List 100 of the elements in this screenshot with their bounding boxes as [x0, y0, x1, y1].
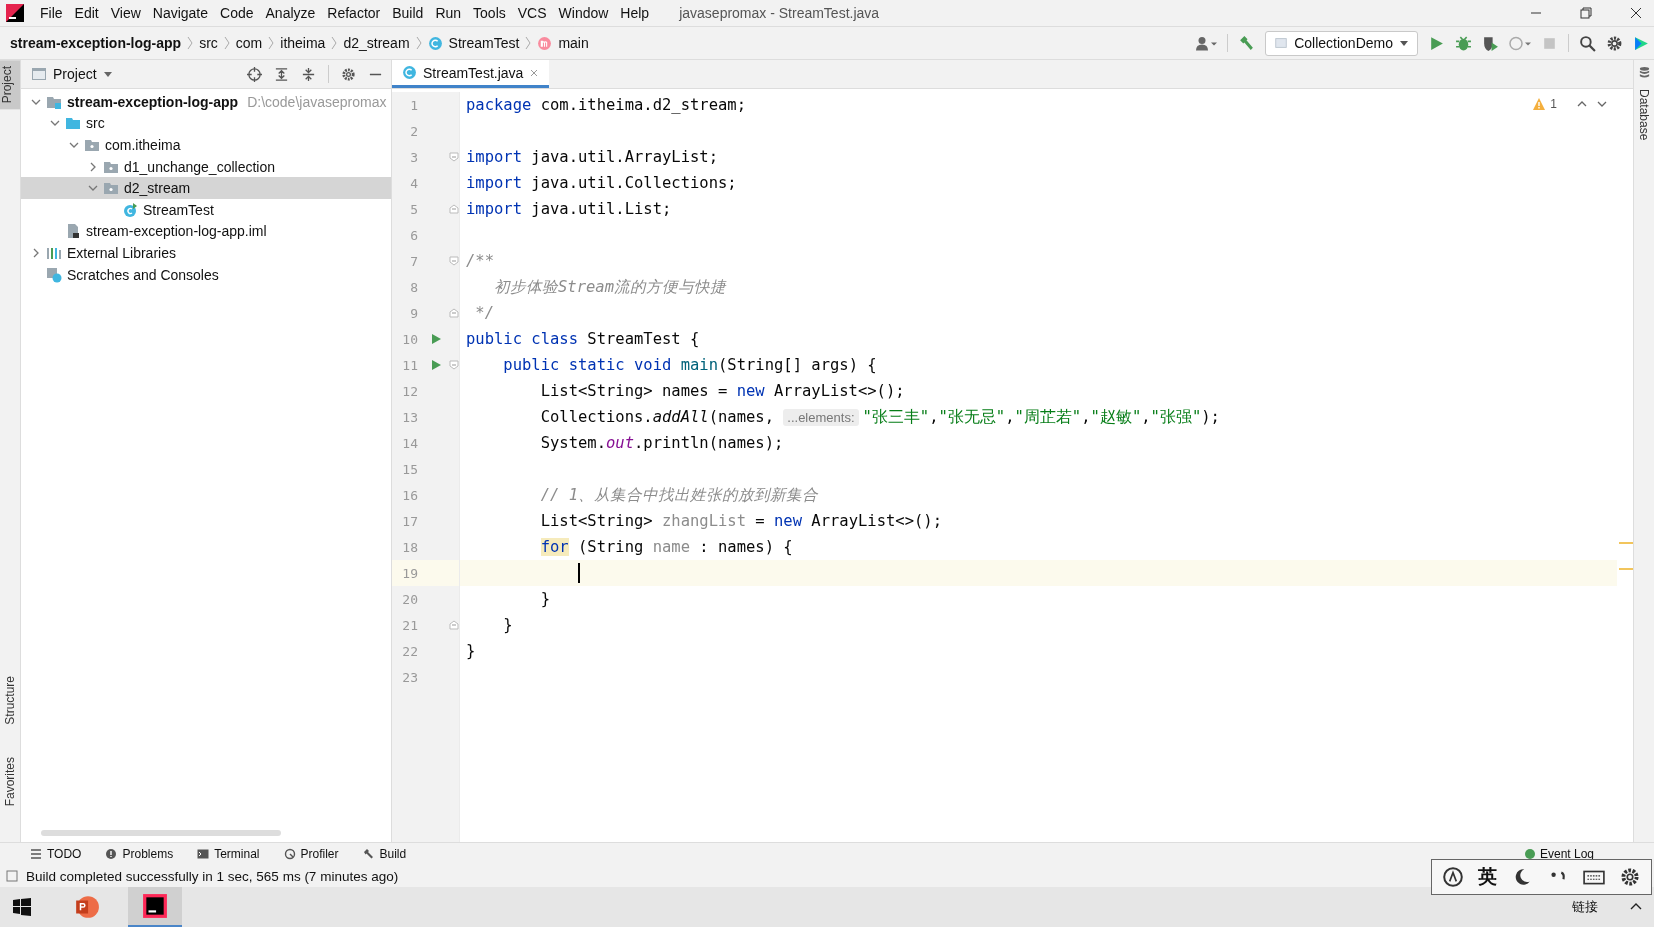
tree-item[interactable]: src	[21, 112, 391, 135]
fold-marker-icon[interactable]	[449, 256, 459, 266]
code-text: import java.util.Collections;	[466, 174, 737, 192]
status-icon[interactable]	[6, 870, 18, 882]
code-text: import java.util.ArrayList;	[466, 148, 718, 166]
tree-item[interactable]: stream-exception-log-app.iml	[21, 220, 391, 243]
input-method-logo-icon[interactable]	[1442, 866, 1464, 888]
breadcrumb-item[interactable]: main	[558, 35, 589, 51]
menu-item[interactable]: Tools	[467, 5, 512, 21]
panel-title[interactable]: Project	[53, 66, 97, 82]
line-number: 8	[409, 279, 418, 295]
settings-icon[interactable]	[1606, 34, 1623, 52]
tree-item[interactable]: d1_unchange_collection	[21, 155, 391, 178]
menu-item[interactable]: File	[34, 5, 69, 21]
settings-icon[interactable]	[1619, 866, 1641, 888]
plugin-logo-icon[interactable]	[1633, 34, 1650, 52]
package-icon	[84, 137, 100, 153]
menu-item[interactable]: Analyze	[259, 5, 322, 21]
chevron-icon	[525, 36, 532, 50]
tree-item[interactable]: com.itheima	[21, 134, 391, 156]
debug-icon[interactable]	[1455, 34, 1472, 52]
code-text: Collections.addAll(names,	[539, 408, 775, 426]
tree-item[interactable]: Scratches and Consoles	[21, 263, 391, 286]
expand-all-icon[interactable]	[274, 66, 289, 82]
user-icon[interactable]	[1195, 34, 1218, 52]
search-icon[interactable]	[1579, 34, 1596, 52]
menu-item[interactable]: Help	[614, 5, 656, 21]
tool-window-button[interactable]: Terminal	[197, 847, 260, 861]
hammer-icon[interactable]	[1238, 34, 1256, 52]
fold-marker-icon[interactable]	[449, 204, 459, 214]
tool-window-tab[interactable]: Structure	[3, 669, 17, 731]
locate-icon[interactable]	[247, 66, 262, 82]
line-number: 11	[401, 357, 418, 373]
fold-marker-icon[interactable]	[449, 620, 459, 630]
breadcrumb-item[interactable]: StreamTest	[448, 35, 520, 51]
breadcrumb-item[interactable]: stream-exception-log-app	[10, 35, 182, 51]
menu-item[interactable]: Code	[214, 5, 260, 21]
parameter-hint: ...elements:	[783, 408, 859, 426]
start-icon[interactable]	[12, 897, 32, 917]
menu-item[interactable]: Run	[429, 5, 468, 21]
run-icon[interactable]	[1428, 34, 1445, 52]
code-text: }	[539, 590, 550, 608]
settings-icon[interactable]	[341, 66, 356, 82]
line-number: 9	[409, 305, 418, 321]
code-text: 初步体验Stream流的方便与快捷	[493, 276, 726, 298]
window-icon	[1274, 36, 1289, 50]
tool-window-tab[interactable]: Project	[0, 60, 20, 110]
menu-item[interactable]: VCS	[511, 5, 553, 21]
tool-window-tab[interactable]: Favorites	[3, 750, 17, 812]
warning-count[interactable]: 1	[1550, 97, 1557, 111]
tray-label[interactable]: 链接	[1572, 898, 1598, 916]
coverage-icon[interactable]	[1482, 34, 1499, 52]
breadcrumb-item[interactable]: com	[235, 35, 263, 51]
line-number: 17	[401, 513, 418, 529]
menu-item[interactable]: Window	[552, 5, 615, 21]
fold-marker-icon[interactable]	[449, 152, 459, 162]
tree-item[interactable]: External Libraries	[21, 242, 391, 264]
menu-item[interactable]: Navigate	[146, 5, 215, 21]
code-text: package com.itheima.d2_stream;	[466, 96, 746, 114]
code-text: }	[466, 642, 476, 660]
ide-app-icon[interactable]	[128, 887, 182, 927]
input-mode-toggle[interactable]: 英	[1478, 864, 1497, 890]
run-gutter-icon[interactable]	[430, 333, 442, 345]
line-number: 23	[401, 669, 418, 685]
hammer-icon	[362, 848, 375, 860]
restore-icon[interactable]	[1580, 7, 1592, 19]
collapse-all-icon[interactable]	[301, 66, 316, 82]
tool-window-button[interactable]: Problems	[105, 847, 174, 861]
menu-item[interactable]: Edit	[68, 5, 105, 21]
breadcrumb-item[interactable]: itheima	[280, 35, 326, 51]
menu-item[interactable]: Build	[386, 5, 430, 21]
run-configuration-dropdown[interactable]: CollectionDemo	[1265, 30, 1418, 56]
next-icon[interactable]	[1597, 99, 1607, 109]
class-icon	[402, 65, 417, 80]
menu-item[interactable]: Refactor	[321, 5, 387, 21]
tool-window-tab[interactable]: Database	[1637, 83, 1651, 147]
tool-window-button[interactable]: Profiler	[283, 847, 339, 861]
run-gutter-icon[interactable]	[430, 359, 442, 371]
close-icon[interactable]	[1630, 7, 1642, 19]
tree-item[interactable]: d2_stream	[21, 177, 391, 199]
tool-window-button[interactable]: TODO	[30, 847, 82, 861]
database-icon[interactable]	[1637, 66, 1651, 79]
editor-tab[interactable]: StreamTest.java	[392, 60, 550, 88]
fold-marker-icon[interactable]	[449, 308, 459, 318]
class-icon	[122, 201, 138, 218]
previous-icon[interactable]	[1577, 99, 1587, 109]
dropdown-icon	[1399, 38, 1409, 48]
line-number: 15	[401, 461, 418, 477]
fold-marker-icon[interactable]	[449, 360, 459, 370]
dropdown-icon[interactable]	[102, 69, 113, 79]
code-text: public static void main(String[] args) {	[502, 356, 877, 374]
line-number: 16	[401, 487, 418, 503]
menu-item[interactable]: View	[104, 5, 147, 21]
chevron-icon	[331, 36, 338, 50]
tree-item[interactable]: StreamTest	[21, 198, 391, 221]
line-number: 1	[409, 97, 418, 113]
breadcrumb-item[interactable]: src	[199, 35, 218, 51]
breadcrumb-item[interactable]: d2_stream	[343, 35, 410, 51]
tree-item[interactable]: stream-exception-log-app D:\code\javasepromax	[21, 91, 391, 113]
tool-window-button[interactable]: Build	[362, 847, 407, 861]
